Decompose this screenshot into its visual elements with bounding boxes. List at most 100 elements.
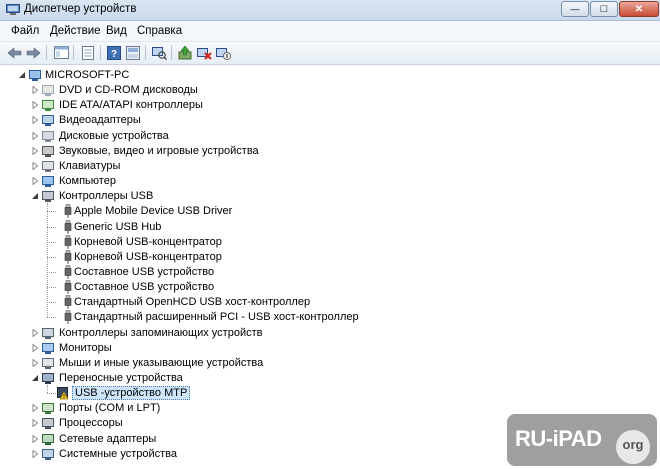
maximize-button[interactable]: □ (590, 1, 618, 17)
tree-category[interactable]: Системные устройства (0, 447, 400, 462)
tree-device[interactable]: Корневой USB-концентратор (0, 234, 500, 250)
tree-device-label: Корневой USB-концентратор (74, 235, 222, 248)
tree-device[interactable]: Apple Mobile Device USB Driver (0, 204, 500, 219)
show-hide-tree-button[interactable] (52, 44, 70, 61)
forward-button[interactable] (24, 44, 42, 61)
menu-view[interactable]: Вид (106, 25, 127, 37)
tree-connector (47, 302, 56, 304)
expand-arrow-icon[interactable] (31, 434, 39, 443)
device-manager-app-icon (6, 4, 20, 15)
tree-category[interactable]: Мыши и иные указывающие устройства (0, 356, 400, 371)
properties-button[interactable] (79, 44, 97, 61)
tree-category[interactable]: Клавиатуры (0, 159, 400, 174)
expand-arrow-icon[interactable] (31, 343, 39, 352)
tree-category[interactable]: Переносные устройства (0, 371, 400, 386)
mouse-icon (42, 357, 54, 369)
toolbar-separator (145, 45, 146, 60)
expand-arrow-icon[interactable] (31, 86, 39, 95)
help-icon: ? (107, 45, 121, 60)
ide-controller-icon (42, 100, 54, 112)
tree-device-label: Стандартный OpenHCD USB хост-контроллер (74, 296, 311, 309)
tree-device-label: Generic USB Hub (74, 220, 162, 233)
collapse-arrow-icon[interactable] (18, 71, 26, 79)
tree-category[interactable]: Порты (COM и LPT) (0, 401, 400, 416)
tree-device[interactable]: ! USB -устройство MTP (0, 386, 500, 401)
expand-arrow-icon[interactable] (31, 131, 39, 140)
menu-file[interactable]: Файл (11, 25, 39, 37)
tree-category[interactable]: Сетевые адаптеры (0, 432, 400, 447)
menu-bar: Файл Действие Вид Справка (0, 21, 660, 42)
tree-device[interactable]: Корневой USB-концентратор (0, 249, 500, 265)
title-bar: Диспетчер устройств — □ ✕ (0, 0, 660, 21)
menu-action[interactable]: Действие (50, 25, 101, 37)
sound-icon (42, 145, 54, 157)
storage-controller-icon (42, 327, 54, 339)
watermark-org-badge: org (616, 430, 650, 464)
disable-device-button[interactable] (214, 44, 232, 61)
scan-hardware-icon (151, 46, 167, 60)
minimize-icon: — (570, 3, 580, 14)
tree-category-label: Переносные устройства (59, 372, 183, 384)
update-driver-icon (178, 45, 192, 59)
watermark-text: RU-iPAD (515, 426, 602, 451)
watermark: RU-iPAD org (507, 414, 657, 466)
tree-category[interactable]: Контроллеры USB (0, 189, 400, 204)
tree-category[interactable]: DVD и CD-ROM дисководы (0, 83, 400, 98)
expand-arrow-icon[interactable] (31, 101, 39, 110)
tree-category-label: IDE ATA/ATAPI контроллеры (59, 99, 203, 112)
minimize-button[interactable]: — (561, 1, 589, 17)
tree-category[interactable]: Звуковые, видео и игровые устройства (0, 144, 400, 159)
svg-text:!: ! (63, 394, 65, 400)
expand-arrow-icon[interactable] (31, 116, 39, 125)
close-icon: ✕ (634, 3, 644, 15)
tree-category[interactable]: Процессоры (0, 416, 400, 431)
expand-arrow-icon[interactable] (31, 449, 39, 458)
uninstall-button[interactable] (195, 44, 213, 61)
uninstall-icon (196, 47, 212, 60)
tree-device-label: Apple Mobile Device USB Driver (74, 205, 233, 218)
tree-device[interactable]: Стандартный OpenHCD USB хост-контроллер (0, 295, 500, 310)
tree-device-label: USB -устройство MTP (72, 386, 191, 401)
tree-device[interactable]: Составное USB устройство (0, 280, 500, 295)
tree-device[interactable]: Составное USB устройство (0, 265, 500, 280)
tree-device-label: Стандартный расширенный PCI - USB хост-к… (74, 311, 359, 324)
menu-help[interactable]: Справка (137, 25, 182, 37)
expand-arrow-icon[interactable] (31, 419, 39, 428)
tree-category[interactable]: Контроллеры запоминающих устройств (0, 326, 400, 341)
tree-connector (47, 241, 56, 243)
scan-hardware-button[interactable] (150, 44, 168, 61)
tree-category[interactable]: Видеоадаптеры (0, 113, 400, 128)
show-hide-tree-icon (53, 46, 69, 59)
tree-category[interactable]: IDE ATA/ATAPI контроллеры (0, 98, 400, 113)
tree-category-label: Контроллеры запоминающих устройств (59, 326, 263, 339)
tree-device[interactable]: Стандартный расширенный PCI - USB хост-к… (0, 310, 500, 325)
expand-arrow-icon[interactable] (31, 404, 39, 413)
properties-icon (82, 45, 94, 60)
expand-arrow-icon[interactable] (31, 177, 39, 186)
tree-root[interactable]: MICROSOFT-PC (0, 68, 200, 83)
tree-category[interactable]: Компьютер (0, 174, 400, 189)
svg-text:?: ? (111, 49, 117, 60)
portable-device-icon (42, 373, 54, 384)
tree-category[interactable]: Мониторы (0, 341, 400, 356)
collapse-arrow-icon[interactable] (31, 192, 39, 200)
video-adapter-icon (42, 115, 54, 127)
tree-category-label: DVD и CD-ROM дисководы (59, 84, 198, 97)
toolbar: ? (0, 42, 660, 65)
expand-arrow-icon[interactable] (31, 146, 39, 155)
tree-category-label: Мыши и иные указывающие устройства (59, 356, 264, 369)
computer-icon (29, 70, 41, 81)
collapse-arrow-icon[interactable] (31, 374, 39, 382)
usb-controller-icon (42, 191, 54, 203)
tree-device[interactable]: Generic USB Hub (0, 219, 500, 235)
expand-arrow-icon[interactable] (31, 358, 39, 367)
tree-category[interactable]: Дисковые устройства (0, 129, 400, 144)
expand-arrow-icon[interactable] (31, 328, 39, 337)
update-driver-button[interactable] (176, 44, 194, 61)
toolbar-separator (100, 45, 101, 60)
expand-arrow-icon[interactable] (31, 161, 39, 170)
back-button[interactable] (5, 44, 23, 61)
help-button[interactable]: ? (105, 44, 123, 61)
help-alt-button[interactable] (124, 44, 142, 61)
close-button[interactable]: ✕ (619, 1, 659, 17)
